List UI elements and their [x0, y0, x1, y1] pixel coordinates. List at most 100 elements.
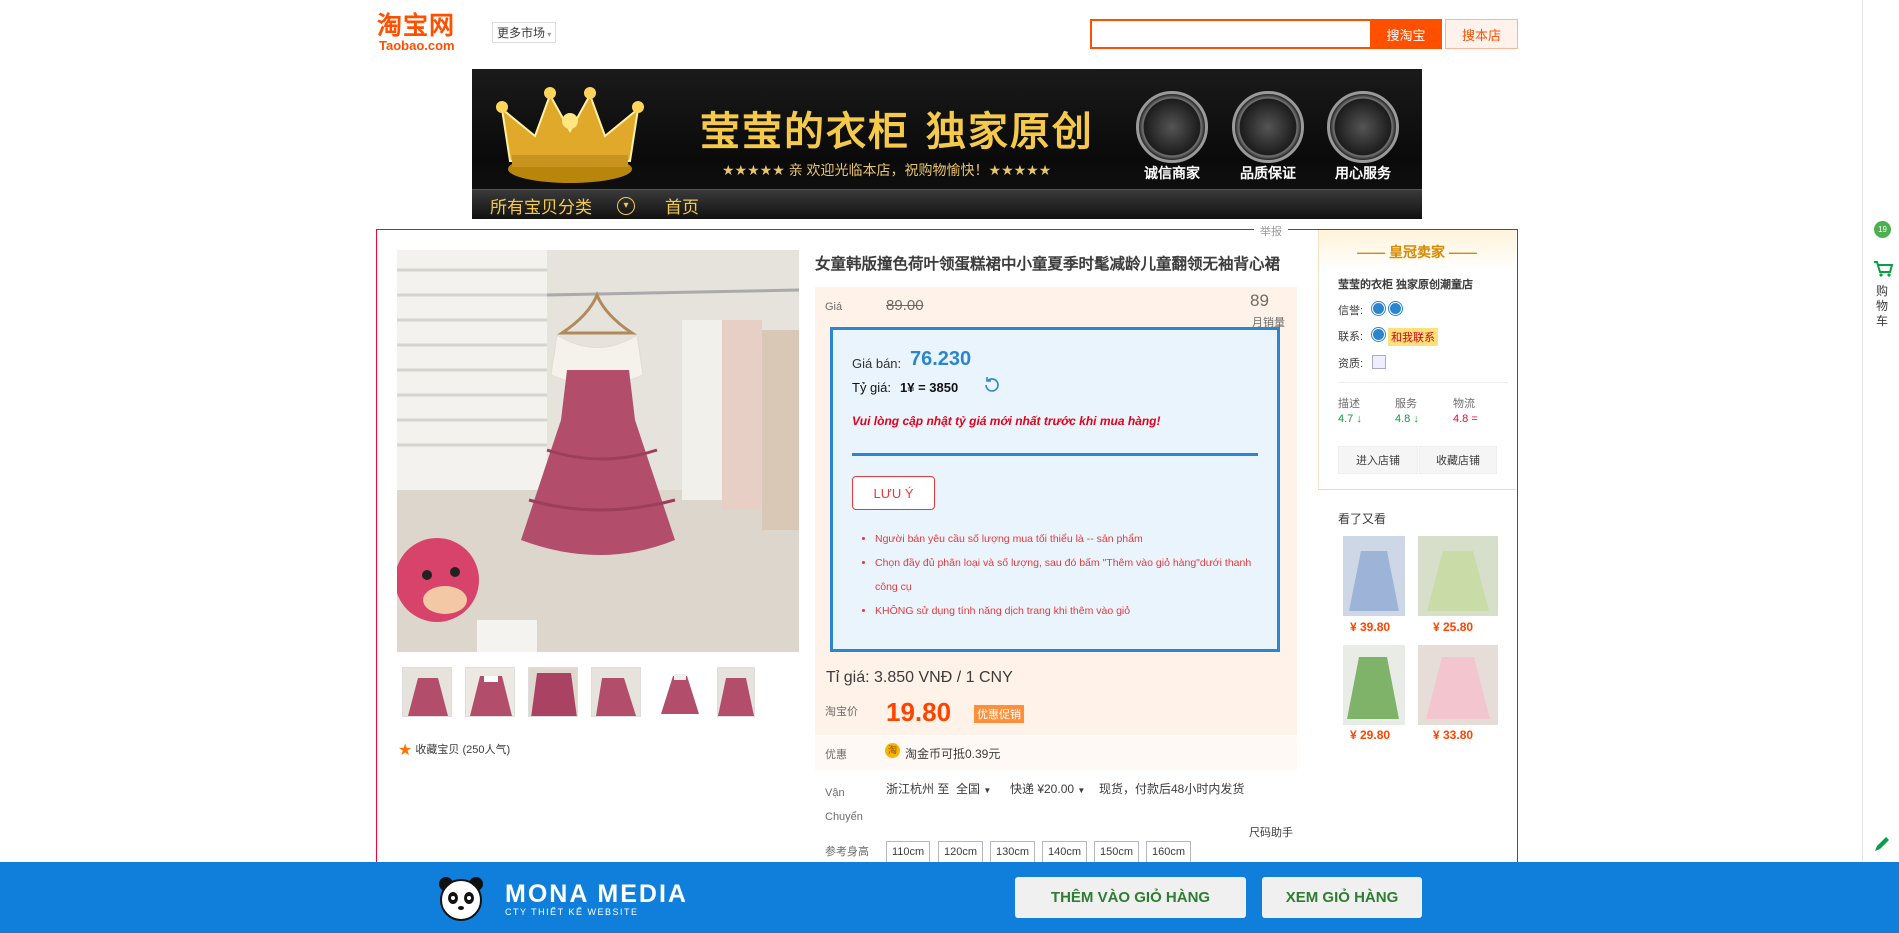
- seller-name[interactable]: 莹莹的衣柜 独家原创潮童店: [1338, 276, 1473, 292]
- recommend-image[interactable]: [1343, 536, 1405, 616]
- chevron-down-icon[interactable]: ▾: [617, 197, 635, 215]
- orig-price: 89.00: [886, 297, 924, 314]
- chevron-down-icon: ▾: [545, 30, 552, 39]
- report-link[interactable]: 举报: [1254, 223, 1288, 239]
- badge-label-2: 品质保证: [1240, 165, 1296, 181]
- contact-label: 联系:: [1338, 331, 1364, 343]
- view-cart-button[interactable]: XEM GIỎ HÀNG: [1262, 877, 1422, 918]
- size-option-130[interactable]: 130cm: [990, 841, 1036, 863]
- size-option-160[interactable]: 160cm: [1146, 841, 1192, 863]
- trend-equal-icon: =: [1471, 413, 1478, 425]
- badge-label-3: 用心服务: [1335, 165, 1391, 181]
- rating-score: 4.8: [1395, 413, 1411, 425]
- shop-banner: 莹莹的衣柜 独家原创 ★★★★★ 亲 欢迎光临本店，祝购物愉快！★★★★★ 诚信…: [472, 69, 1422, 219]
- trend-down-icon: ↓: [1356, 413, 1362, 425]
- sales-count: 89: [1250, 291, 1269, 310]
- rating-score: 4.7: [1338, 413, 1354, 425]
- shipping-label: Vận Chuyển: [825, 787, 863, 823]
- edit-icon[interactable]: [1873, 835, 1891, 853]
- search-input[interactable]: [1090, 19, 1372, 49]
- rating-score: 4.8: [1453, 413, 1469, 425]
- taobao-price-label: 淘宝价: [825, 706, 858, 718]
- promo-badge: 优惠促销: [974, 705, 1024, 723]
- product-title: 女童韩版撞色荷叶领蛋糕裙中小童夏季时髦减龄儿童翻领无袖背心裙: [815, 256, 1281, 273]
- size-helper-link[interactable]: 尺码助手: [1249, 824, 1293, 840]
- seller-divider: [1338, 382, 1508, 383]
- orig-price-label: Giá: [825, 301, 843, 313]
- recommend-price: ¥ 33.80: [1433, 728, 1474, 742]
- note-item: Người bán yêu cầu số lượng mua tối thiểu…: [875, 527, 1258, 551]
- banner-nav-bar: [472, 189, 1422, 219]
- ship-note: 现货，付款后48小时内发货: [1099, 782, 1245, 796]
- rate-warning: Vui lòng cập nhật tỷ giá mới nhất trước …: [852, 414, 1161, 428]
- thumbnail-1[interactable]: [402, 667, 452, 717]
- rating-value-desc: 4.7 ↓: [1338, 413, 1362, 425]
- ship-fee-dropdown[interactable]: 快递 ¥20.00 ▼: [1010, 780, 1085, 797]
- note-item: Chọn đầy đủ phân loại và số lượng, sau đ…: [875, 551, 1258, 599]
- also-viewed-heading: 看了又看: [1338, 512, 1387, 526]
- rail-divider: [1862, 0, 1863, 933]
- more-market-label: 更多市场: [497, 26, 546, 40]
- favorite-shop-button[interactable]: 收藏店铺: [1419, 446, 1497, 474]
- cart-icon[interactable]: [1873, 260, 1893, 278]
- size-option-110[interactable]: 110cm: [886, 841, 931, 863]
- coin-icon[interactable]: 19: [1874, 221, 1891, 238]
- size-option-150[interactable]: 150cm: [1094, 841, 1140, 863]
- thumbnail-3[interactable]: [528, 667, 578, 717]
- recommend-price: ¥ 29.80: [1350, 728, 1391, 742]
- height-label: 参考身高: [825, 846, 869, 858]
- recommend-image[interactable]: [1418, 536, 1498, 616]
- exchange-rate-text: Tỉ giá: 3.850 VNĐ / 1 CNY: [826, 669, 1013, 686]
- add-to-cart-button[interactable]: THÊM VÀO GIỎ HÀNG: [1015, 877, 1246, 918]
- nav-all-categories[interactable]: 所有宝贝分类: [490, 193, 592, 218]
- caret-down-icon: ▼: [983, 786, 992, 795]
- recommend-image[interactable]: [1418, 645, 1498, 725]
- crown-icon: [496, 87, 644, 183]
- ship-to-dropdown[interactable]: 全国 ▼: [956, 780, 991, 797]
- exchange-rate-value: 1¥ = 3850: [900, 380, 959, 395]
- thumbnail-5[interactable]: [654, 667, 704, 717]
- panda-logo-icon: [439, 877, 483, 921]
- favorite-text: 收藏宝贝 (250人气): [415, 744, 511, 756]
- product-main-image[interactable]: [397, 250, 799, 652]
- bottom-toolbar: [0, 862, 1899, 933]
- more-market-dropdown[interactable]: 更多市场 ▾: [492, 22, 557, 43]
- discount-text: 淘金币可抵0.39元: [905, 747, 1001, 761]
- contact-seller-button[interactable]: 和我联系: [1388, 328, 1438, 346]
- wangwang-icon: [1372, 328, 1385, 341]
- thumbnail-2[interactable]: [465, 667, 515, 717]
- credit-crown-icon: [1372, 302, 1385, 315]
- thumbnail-6[interactable]: [717, 667, 755, 717]
- favorite-item[interactable]: ★ 收藏宝贝 (250人气): [398, 740, 510, 760]
- trend-down-icon: ↓: [1413, 413, 1419, 425]
- sale-price-value: 76.230: [910, 348, 972, 370]
- shop-slogan: ★★★★★ 亲 欢迎光临本店，祝购物愉快！★★★★★: [722, 162, 1052, 178]
- ship-to-label: 全国: [956, 782, 981, 796]
- search-taobao-button[interactable]: 搜淘宝: [1370, 19, 1442, 49]
- id-card-icon[interactable]: [1372, 355, 1386, 369]
- taobao-logo[interactable]: 淘宝网 Taobao.com: [377, 12, 477, 54]
- rating-value-service: 4.8 ↓: [1395, 413, 1419, 425]
- enter-shop-button[interactable]: 进入店铺: [1338, 446, 1418, 474]
- note-button[interactable]: LƯU Ý: [852, 476, 935, 510]
- recommend-image[interactable]: [1343, 645, 1405, 725]
- refresh-icon[interactable]: [982, 375, 1002, 395]
- nav-home[interactable]: 首页: [665, 193, 699, 218]
- size-option-140[interactable]: 140cm: [1042, 841, 1088, 863]
- taobao-price: 19.80: [886, 697, 952, 727]
- rating-label-service: 服务: [1395, 398, 1417, 410]
- credit-crown-icon: [1389, 302, 1402, 315]
- recommend-price: ¥ 25.80: [1433, 620, 1474, 634]
- heart-service-icon: [1327, 91, 1399, 163]
- search-shop-button[interactable]: 搜本店: [1445, 19, 1518, 49]
- size-option-120[interactable]: 120cm: [938, 841, 984, 863]
- cart-label[interactable]: 购物车: [1876, 284, 1890, 329]
- credit-label: 信誉:: [1338, 305, 1364, 317]
- qualification-label: 资质:: [1338, 358, 1364, 370]
- logo-en: Taobao.com: [379, 38, 455, 53]
- badge-label-1: 诚信商家: [1144, 165, 1200, 181]
- popup-divider: [852, 453, 1258, 456]
- thumbnail-4[interactable]: [591, 667, 641, 717]
- shop-title: 莹莹的衣柜 独家原创: [700, 109, 1094, 155]
- star-icon: ★: [398, 742, 413, 759]
